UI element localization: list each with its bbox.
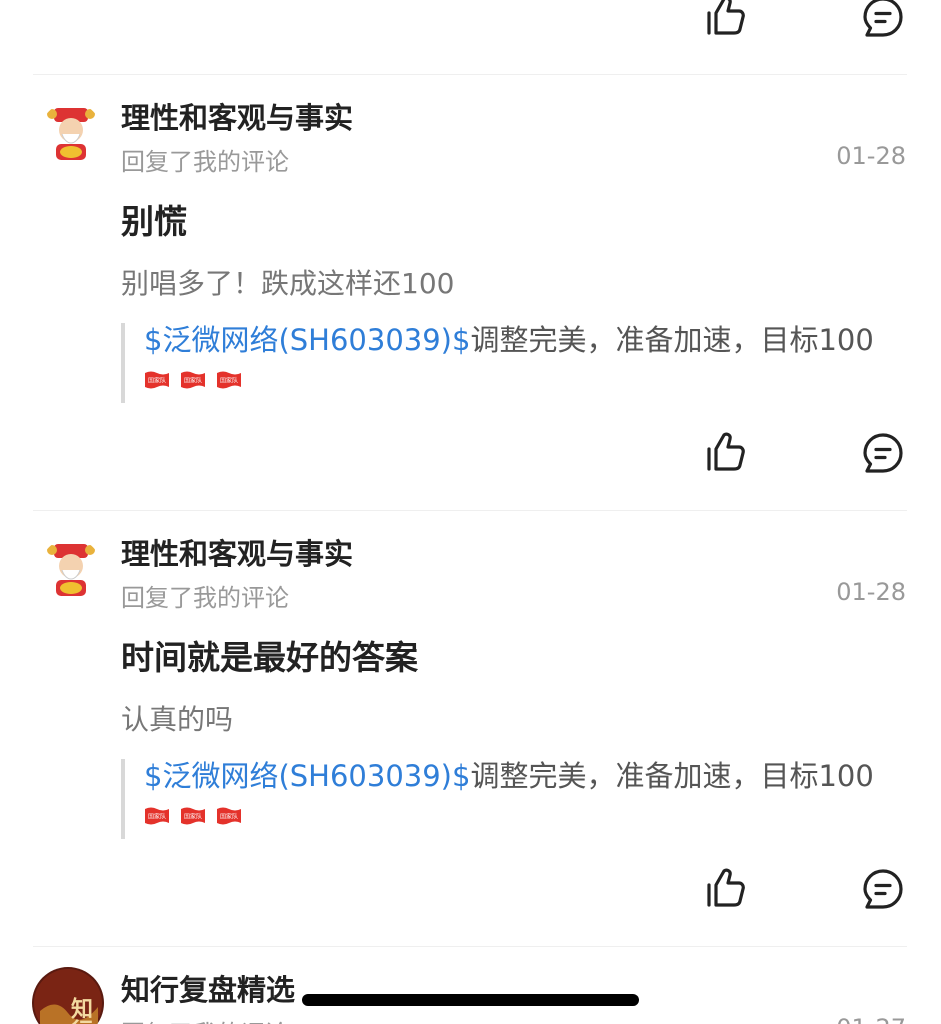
comment-icon — [863, 433, 903, 473]
username[interactable]: 理性和客观与事实 — [121, 95, 353, 137]
national-team-flag-icon: 国家队 — [217, 807, 241, 825]
zhixing-avatar-icon: 知行 — [32, 967, 104, 1024]
original-comment-text: 认真的吗 — [121, 703, 234, 736]
action-bar — [0, 0, 941, 51]
like-button[interactable] — [700, 863, 752, 915]
username[interactable]: 知行复盘精选 — [121, 967, 295, 1009]
national-team-flag-icon: 国家队 — [217, 371, 241, 389]
reply-text: 别慌 — [121, 202, 187, 241]
avatar[interactable] — [40, 538, 102, 600]
reply-subtitle: 回复了我的评论 — [121, 584, 289, 612]
thumbs-up-icon — [707, 432, 745, 471]
flag-emoji-row: 国家队 国家队 国家队 — [144, 371, 901, 389]
quoted-post[interactable]: $泛微网络(SH603039)$调整完美，准备加速，目标100 国家队 国家队 … — [121, 759, 901, 839]
reply-text: 时间就是最好的答案 — [121, 638, 418, 677]
national-team-flag-icon: 国家队 — [145, 371, 169, 389]
quoted-post[interactable]: $泛微网络(SH603039)$调整完美，准备加速，目标100 国家队 国家队 … — [121, 323, 901, 403]
flag-label: 国家队 — [148, 377, 166, 385]
comment-button[interactable] — [857, 863, 909, 915]
divider — [33, 510, 907, 511]
comment-date: 01-27 — [836, 1014, 906, 1024]
flag-label: 国家队 — [184, 377, 202, 385]
national-team-flag-icon: 国家队 — [145, 807, 169, 825]
like-button[interactable] — [700, 427, 752, 479]
flag-label: 国家队 — [184, 813, 202, 821]
thumbs-up-icon — [707, 0, 745, 35]
reply-subtitle: 回复了我的评论 — [121, 1014, 289, 1024]
flag-emoji-row: 国家队 国家队 国家队 — [144, 807, 901, 825]
comment-button[interactable] — [857, 427, 909, 479]
username[interactable]: 理性和客观与事实 — [121, 531, 353, 573]
fortune-god-avatar-icon — [40, 538, 102, 600]
like-button[interactable] — [700, 0, 752, 43]
avatar[interactable]: 知行 — [32, 967, 104, 1024]
comment-icon — [863, 869, 903, 909]
quote-body: 调整完美，准备加速，目标100 — [470, 323, 874, 357]
thumbs-up-icon — [707, 868, 745, 907]
avatar[interactable] — [40, 102, 102, 164]
flag-label: 国家队 — [220, 377, 238, 385]
national-team-flag-icon: 国家队 — [181, 371, 205, 389]
original-comment-text: 别唱多了！跌成这样还100 — [121, 267, 455, 300]
national-team-flag-icon: 国家队 — [181, 807, 205, 825]
divider — [33, 946, 907, 947]
stock-link[interactable]: $泛微网络(SH603039)$ — [144, 323, 470, 357]
reply-subtitle: 回复了我的评论 — [121, 148, 289, 176]
comment-icon — [863, 0, 903, 37]
flag-label: 国家队 — [220, 813, 238, 821]
action-bar — [0, 863, 941, 923]
comment-button[interactable] — [857, 0, 909, 43]
flag-label: 国家队 — [148, 813, 166, 821]
quoted-post-text: $泛微网络(SH603039)$调整完美，准备加速，目标100 — [144, 323, 901, 357]
quote-body: 调整完美，准备加速，目标100 — [470, 759, 874, 793]
stock-link[interactable]: $泛微网络(SH603039)$ — [144, 759, 470, 793]
avatar-text: 知行 — [67, 996, 94, 1024]
home-indicator[interactable] — [302, 994, 639, 1006]
action-bar — [0, 427, 941, 487]
comment-date: 01-28 — [836, 142, 906, 170]
quoted-post-text: $泛微网络(SH603039)$调整完美，准备加速，目标100 — [144, 759, 901, 793]
fortune-god-avatar-icon — [40, 102, 102, 164]
comment-date: 01-28 — [836, 578, 906, 606]
divider — [33, 74, 907, 75]
